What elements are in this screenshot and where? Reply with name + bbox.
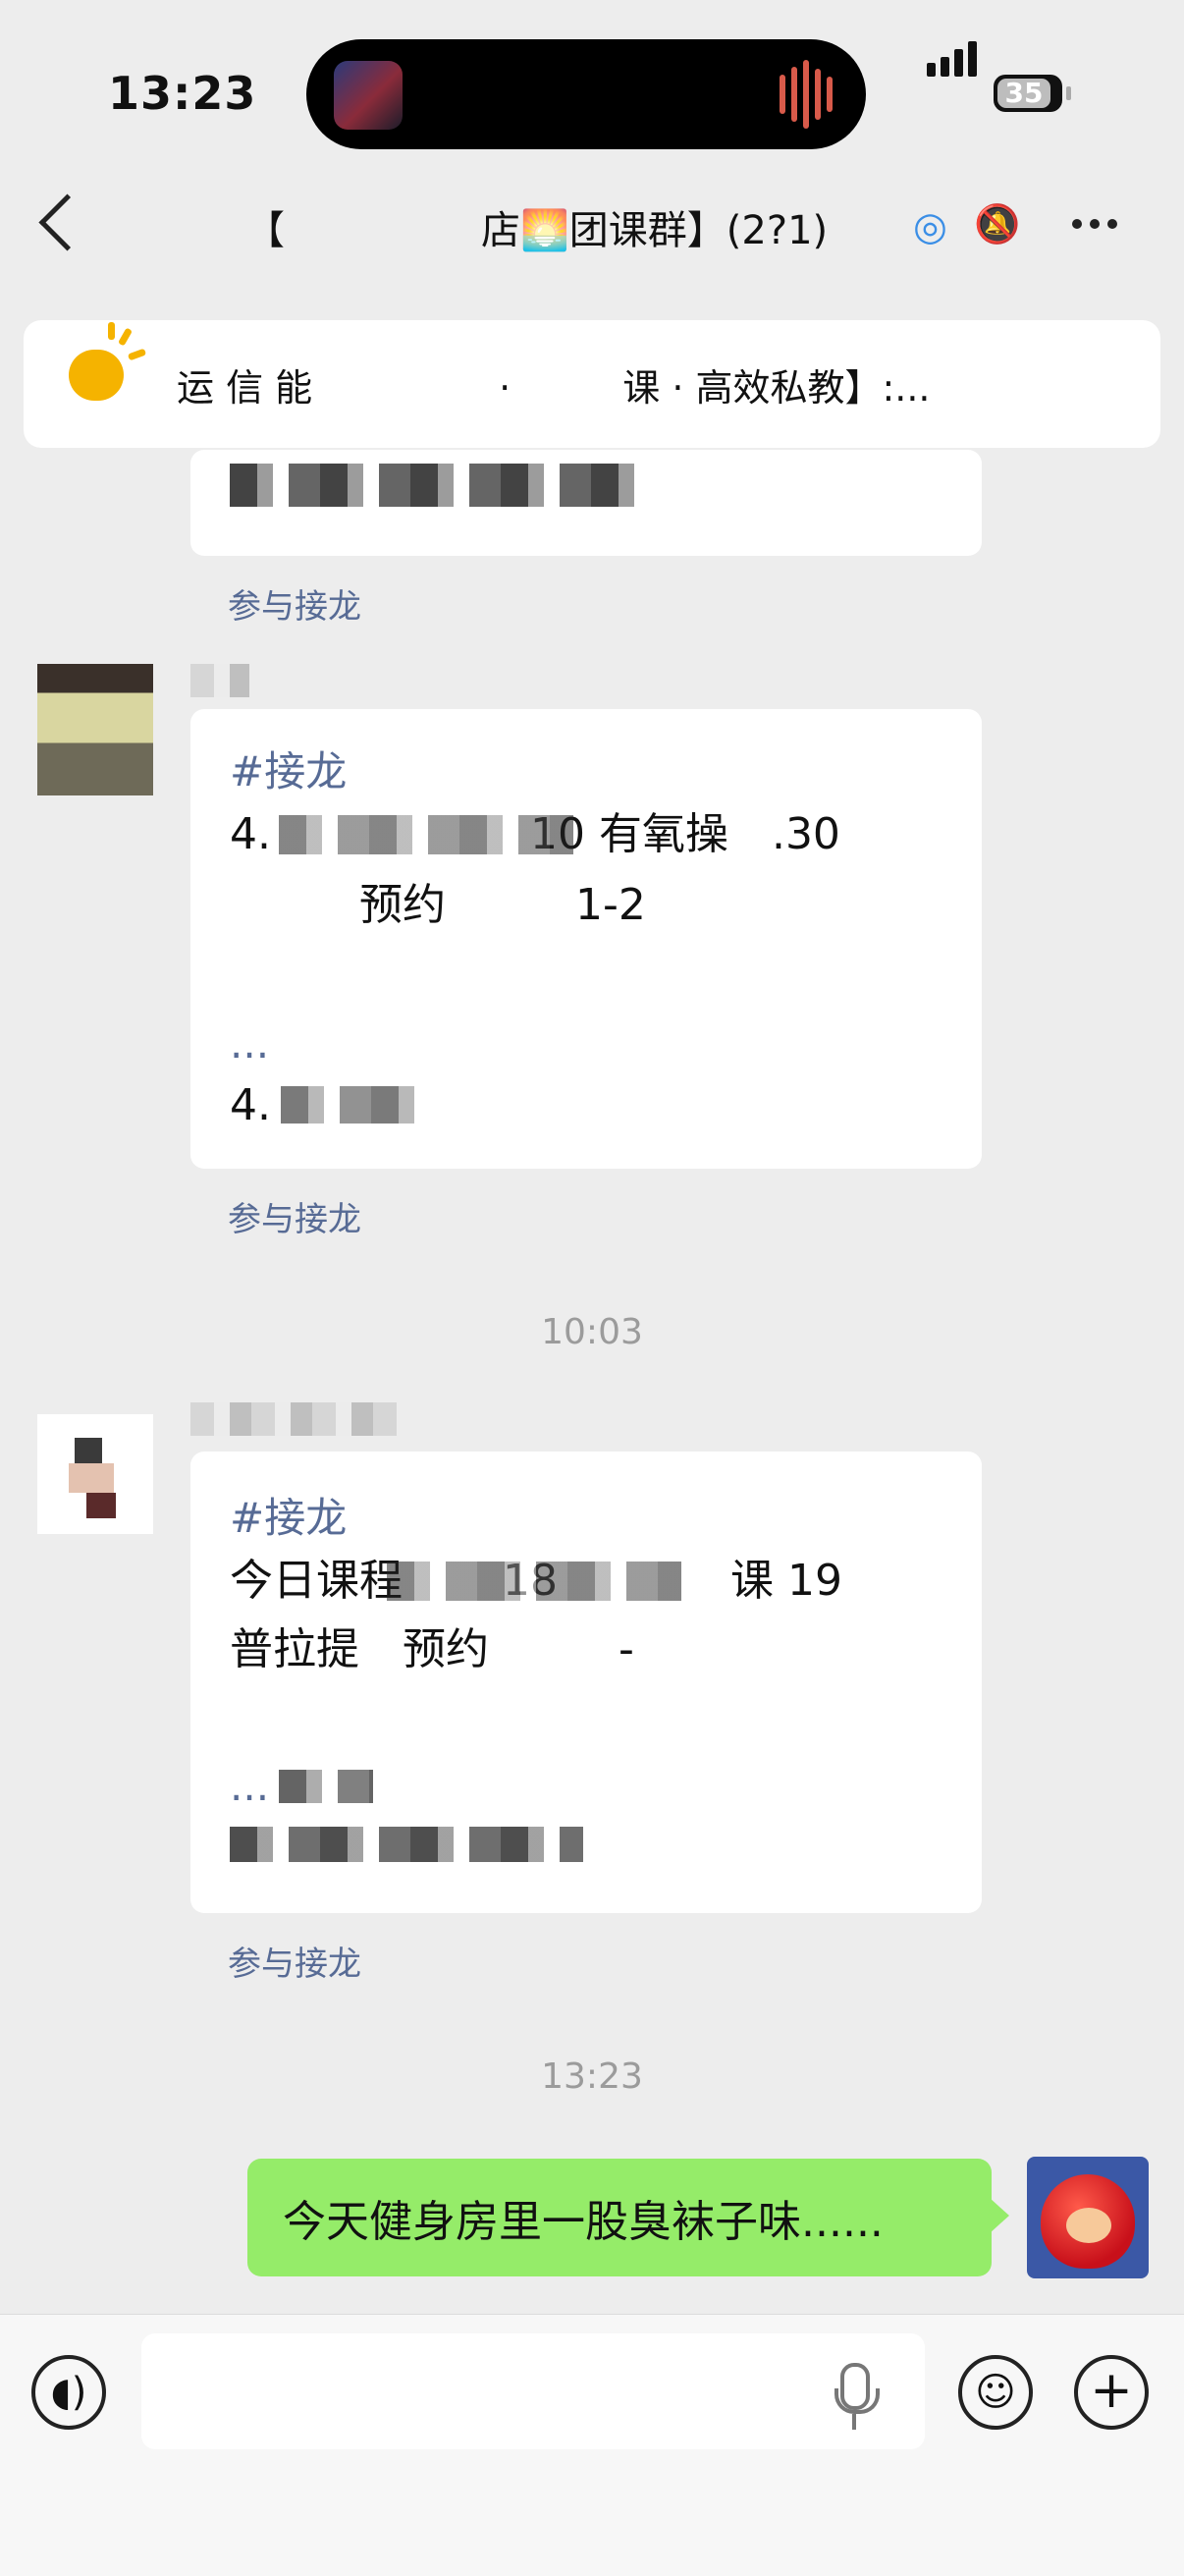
sender-name	[190, 664, 249, 697]
audio-wave-bar	[827, 77, 833, 112]
mute-bell-icon: 🔕	[974, 202, 1021, 246]
more-dots-icon[interactable]	[1072, 214, 1125, 233]
solitaire-more: ...	[230, 1762, 270, 1810]
battery-level: 35	[1004, 77, 1044, 109]
pixelated-text	[230, 464, 642, 507]
own-message-bubble[interactable]: 今天健身房里一股臭袜子味......	[247, 2159, 1009, 2276]
plus-icon[interactable]: +	[1074, 2355, 1149, 2430]
solitaire-card[interactable]	[190, 450, 982, 556]
solitaire-card[interactable]: #接龙 今日课程 18 课 19 普拉提 预约 - ...	[190, 1452, 982, 1913]
chat-bubble-icon: ◎	[913, 204, 947, 249]
mic-icon-leg	[852, 2414, 856, 2430]
solitaire-tag: #接龙	[230, 1494, 348, 1542]
avatar[interactable]	[37, 664, 153, 795]
emoji-icon[interactable]: ☺	[958, 2355, 1033, 2430]
pixelated-text	[230, 1827, 583, 1862]
join-solitaire-link[interactable]: 参与接龙	[228, 1937, 361, 1985]
avatar[interactable]	[37, 1414, 153, 1534]
pixelated-text	[387, 1562, 681, 1601]
join-solitaire-link[interactable]: 参与接龙	[228, 579, 361, 628]
voice-icon[interactable]: ◖)	[31, 2355, 106, 2430]
announcement-icon	[69, 322, 147, 401]
timestamp: 10:03	[541, 1312, 643, 1352]
join-solitaire-link[interactable]: 参与接龙	[228, 1192, 361, 1240]
timestamp: 13:23	[541, 2056, 643, 2097]
pixelated-text	[279, 815, 573, 854]
solitaire-line: 预约 1-2	[230, 880, 646, 930]
pixelated-text	[281, 1086, 428, 1124]
own-avatar[interactable]	[1027, 2157, 1149, 2278]
message-input[interactable]	[141, 2333, 925, 2449]
now-playing-artwork	[334, 61, 403, 130]
pinned-notice[interactable]: 运 信 能 · 课 · 高效私教】:...	[24, 320, 1160, 448]
dynamic-island	[306, 39, 866, 149]
audio-wave-bar	[791, 67, 797, 122]
battery-tip	[1066, 86, 1071, 100]
status-time: 13:23	[108, 67, 257, 120]
chat-title: 【 店🌅团课群】(2?1)	[245, 208, 829, 253]
solitaire-card[interactable]: #接龙 4. 10 有氧操 .30 预约 1-2 ... 4.	[190, 709, 982, 1169]
audio-wave-bar	[803, 60, 809, 129]
pixelated-text	[279, 1770, 373, 1803]
solitaire-more: ...	[230, 1019, 270, 1068]
own-message-text: 今天健身房里一股臭袜子味......	[283, 2197, 884, 2247]
audio-wave-bar	[815, 69, 821, 120]
solitaire-entry: 4.	[230, 1080, 271, 1130]
audio-wave-icon	[780, 75, 785, 114]
solitaire-tag: #接龙	[230, 747, 348, 795]
back-chevron-icon[interactable]	[38, 193, 96, 251]
solitaire-line: 普拉提 预约 -	[230, 1624, 634, 1674]
battery-icon: 35	[994, 75, 1062, 112]
notice-text: 运 信 能 · 课 · 高效私教】:...	[177, 366, 931, 410]
sender-name	[190, 1402, 397, 1436]
